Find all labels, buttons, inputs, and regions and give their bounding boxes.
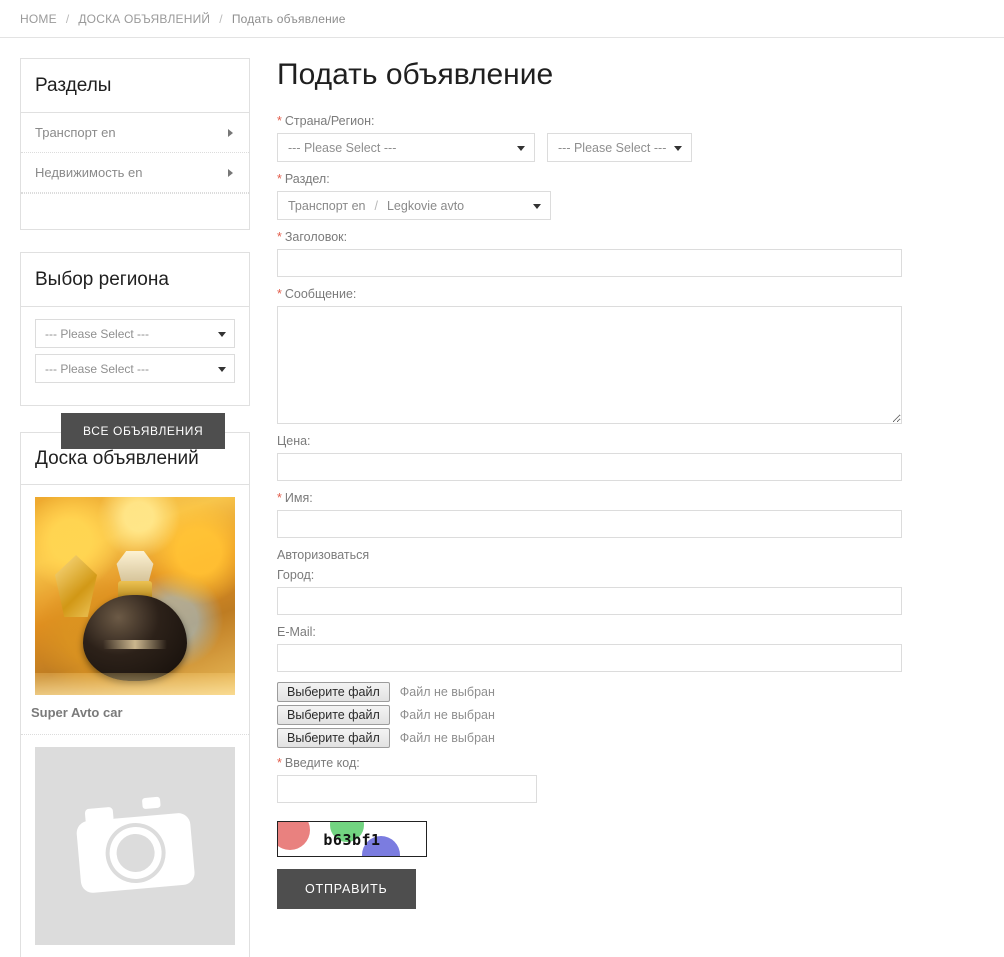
sidebar: Разделы Транспорт en Недвижимость en Выб… bbox=[20, 58, 250, 957]
city-input[interactable] bbox=[277, 587, 902, 615]
file-input-row-3[interactable]: Выберите файл Файл не выбран bbox=[277, 728, 984, 748]
country-select[interactable]: --- Please Select --- bbox=[277, 133, 535, 162]
sidebar-region-select-value: --- Please Select --- bbox=[45, 361, 150, 376]
chevron-down-icon bbox=[533, 203, 541, 209]
crystal-decor bbox=[55, 555, 97, 617]
page-layout: Разделы Транспорт en Недвижимость en Выб… bbox=[0, 38, 1004, 957]
sections-list-spacer bbox=[21, 193, 249, 229]
choose-file-button[interactable]: Выберите файл bbox=[277, 682, 390, 702]
label-message-text: Сообщение: bbox=[284, 287, 357, 301]
camera-icon bbox=[76, 796, 195, 893]
label-section: * Раздел: bbox=[277, 172, 984, 186]
region-panel: Выбор региона --- Please Select --- --- … bbox=[20, 252, 250, 449]
country-select-value: --- Please Select --- bbox=[288, 140, 397, 155]
region-select-value: --- Please Select --- bbox=[558, 140, 667, 155]
sidebar-region-select[interactable]: --- Please Select --- bbox=[35, 354, 235, 383]
breadcrumb: HOME / ДОСКА ОБЪЯВЛЕНИЙ / Подать объявле… bbox=[0, 0, 1004, 38]
country-region-row: --- Please Select --- --- Please Select … bbox=[272, 133, 984, 162]
board-panel: Доска объявлений Super Avto car bbox=[20, 432, 250, 957]
label-section-text: Раздел: bbox=[284, 172, 330, 186]
sidebar-item-label: Недвижимость en bbox=[35, 165, 143, 180]
label-country-region: * Страна/Регион: bbox=[277, 114, 984, 128]
file-status-text: Файл не выбран bbox=[399, 685, 495, 699]
label-heading-text: Заголовок: bbox=[284, 230, 348, 244]
label-heading: * Заголовок: bbox=[277, 230, 984, 244]
sidebar-country-select-value: --- Please Select --- bbox=[45, 326, 150, 341]
section-row: Транспорт en / Legkovie avto bbox=[272, 191, 984, 220]
required-marker: * bbox=[277, 491, 282, 505]
captcha-text: b63bf1 bbox=[323, 831, 381, 849]
ad-caption[interactable]: Super Avto car bbox=[21, 695, 249, 726]
chevron-down-icon bbox=[218, 366, 226, 372]
file-status-text: Файл не выбран bbox=[399, 731, 495, 745]
bottle-cap bbox=[116, 551, 154, 585]
region-panel-title: Выбор региона bbox=[21, 253, 249, 307]
breadcrumb-separator-1: / bbox=[65, 11, 70, 26]
surface-reflection bbox=[35, 673, 235, 695]
breadcrumb-separator-2: / bbox=[219, 11, 223, 26]
ad-caption[interactable]: Шестое объявление bbox=[21, 945, 249, 957]
file-input-row-1[interactable]: Выберите файл Файл не выбран bbox=[277, 682, 984, 702]
chevron-down-icon bbox=[674, 145, 682, 151]
region-panel-body: --- Please Select --- --- Please Select … bbox=[21, 307, 249, 405]
choose-file-button[interactable]: Выберите файл bbox=[277, 728, 390, 748]
ad-thumbnail-perfume[interactable] bbox=[35, 497, 235, 695]
heading-input[interactable] bbox=[277, 249, 902, 277]
camera-placeholder bbox=[35, 747, 235, 945]
breadcrumb-current: Подать объявление bbox=[231, 11, 346, 26]
required-marker: * bbox=[277, 756, 282, 770]
label-country-region-text: Страна/Регион: bbox=[284, 114, 375, 128]
authorize-link[interactable]: Авторизоваться bbox=[277, 548, 984, 562]
required-marker: * bbox=[277, 287, 282, 301]
breadcrumb-home[interactable]: HOME bbox=[20, 12, 57, 26]
label-message: * Сообщение: bbox=[277, 287, 984, 301]
chevron-right-icon bbox=[228, 168, 233, 177]
label-name-text: Имя: bbox=[284, 491, 313, 505]
page-title: Подать объявление bbox=[277, 58, 554, 91]
captcha-code-input[interactable] bbox=[277, 775, 537, 803]
section-select-separator: / bbox=[374, 198, 378, 213]
price-input[interactable] bbox=[277, 453, 902, 481]
captcha-image[interactable]: b63bf1 bbox=[277, 821, 427, 857]
message-textarea[interactable] bbox=[277, 306, 902, 424]
section-select-child: Legkovie avto bbox=[386, 198, 465, 213]
submit-button[interactable]: ОТПРАВИТЬ bbox=[277, 869, 416, 909]
list-item[interactable]: Super Avto car bbox=[21, 485, 249, 735]
sidebar-item-realestate[interactable]: Недвижимость en bbox=[21, 153, 249, 193]
section-select[interactable]: Транспорт en / Legkovie avto bbox=[277, 191, 551, 220]
bottle-label bbox=[103, 640, 167, 649]
label-code: * Введите код: bbox=[277, 756, 984, 770]
file-input-row-2[interactable]: Выберите файл Файл не выбран bbox=[277, 705, 984, 725]
region-select[interactable]: --- Please Select --- bbox=[547, 133, 692, 162]
sections-panel-title: Разделы bbox=[21, 59, 249, 113]
label-code-text: Введите код: bbox=[284, 756, 360, 770]
bottle-body bbox=[83, 595, 187, 681]
sidebar-country-select[interactable]: --- Please Select --- bbox=[35, 319, 235, 348]
section-select-parent: Транспорт en bbox=[288, 198, 366, 213]
label-price: Цена: bbox=[277, 434, 311, 448]
file-status-text: Файл не выбран bbox=[399, 708, 495, 722]
list-item[interactable]: Шестое объявление bbox=[21, 735, 249, 957]
sections-panel: Разделы Транспорт en Недвижимость en bbox=[20, 58, 250, 230]
chevron-down-icon bbox=[517, 145, 525, 151]
perfume-photo bbox=[35, 497, 235, 695]
label-email: E-Mail: bbox=[277, 625, 316, 639]
label-name: * Имя: bbox=[277, 491, 984, 505]
label-city: Город: bbox=[277, 568, 315, 582]
choose-file-button[interactable]: Выберите файл bbox=[277, 705, 390, 725]
main-content: Подать объявление * Страна/Регион: --- Pl… bbox=[272, 58, 1004, 909]
email-input[interactable] bbox=[277, 644, 902, 672]
sections-list: Транспорт en Недвижимость en bbox=[21, 113, 249, 229]
ad-thumbnail-placeholder[interactable] bbox=[35, 747, 235, 945]
sidebar-item-transport[interactable]: Транспорт en bbox=[21, 113, 249, 153]
chevron-right-icon bbox=[228, 128, 233, 137]
required-marker: * bbox=[277, 172, 282, 186]
sidebar-item-label: Транспорт en bbox=[35, 125, 116, 140]
breadcrumb-board[interactable]: ДОСКА ОБЪЯВЛЕНИЙ bbox=[78, 12, 210, 26]
chevron-down-icon bbox=[218, 331, 226, 337]
name-input[interactable] bbox=[277, 510, 902, 538]
all-ads-button[interactable]: ВСЕ ОБЪЯВЛЕНИЯ bbox=[61, 413, 226, 449]
required-marker: * bbox=[277, 114, 282, 128]
required-marker: * bbox=[277, 230, 282, 244]
